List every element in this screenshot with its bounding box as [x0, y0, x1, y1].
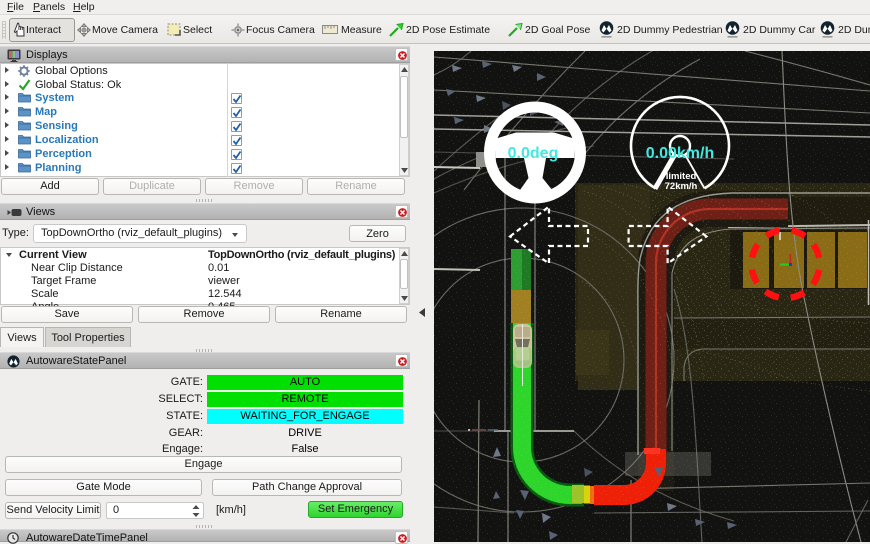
svg-text:0.0deg: 0.0deg — [508, 145, 559, 162]
svg-text:0.00km/h: 0.00km/h — [646, 145, 714, 162]
svg-text:72km/h: 72km/h — [665, 181, 698, 192]
